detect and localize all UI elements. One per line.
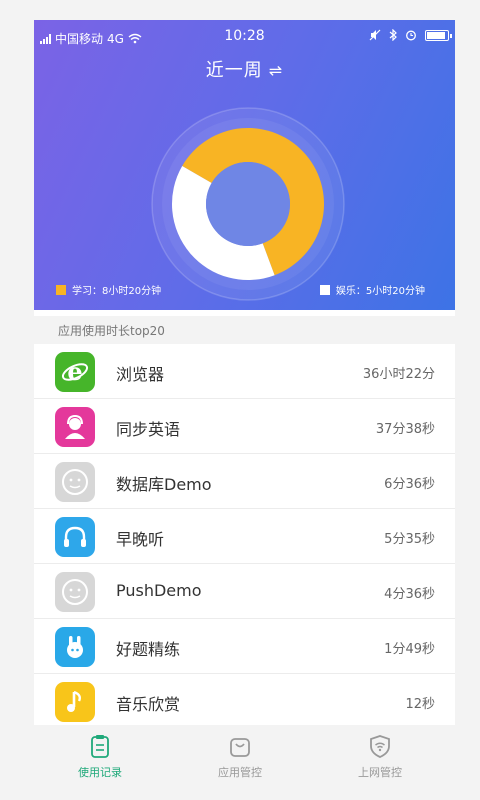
legend-study-label: 学习：8小时20分钟	[72, 286, 162, 297]
headphones-icon	[55, 517, 95, 557]
entertainment-swatch	[319, 284, 330, 295]
tab-internet-control[interactable]: 上网管控	[330, 733, 430, 780]
list-item[interactable]: 早晚听 5分35秒	[34, 509, 455, 564]
list-item[interactable]: e 浏览器 36小时22分	[34, 344, 455, 399]
battery-icon	[425, 29, 452, 41]
app-duration: 36小时22分	[362, 367, 435, 382]
legend-entertainment-label: 娱乐：5小时20分钟	[335, 286, 425, 297]
english-icon	[55, 407, 95, 447]
period-label: 近一周	[205, 60, 263, 81]
hand-icon	[55, 627, 95, 667]
legend-study: 学习：8小时20分钟	[56, 282, 161, 297]
app-name: 同步英语	[116, 420, 181, 439]
app-duration: 4分36秒	[384, 587, 435, 602]
music-note-icon	[55, 682, 95, 722]
alarm-icon	[406, 30, 416, 41]
bag-icon	[230, 738, 250, 757]
list-item[interactable]: 好题精练 1分49秒	[34, 619, 455, 674]
status-right	[369, 29, 452, 41]
app-name: 早晚听	[116, 530, 165, 549]
swap-icon: ⇌	[268, 61, 284, 80]
tab-label: 上网管控	[358, 766, 402, 779]
usage-donut-chart	[151, 107, 345, 301]
app-name: 好题精练	[116, 640, 181, 659]
browser-icon: e	[55, 352, 95, 392]
wifi-shield-icon	[370, 735, 390, 758]
status-bar: 中国移动 4G 10:28	[34, 20, 455, 54]
bottom-tab-bar: 使用记录 应用管控 上网管控	[0, 725, 480, 800]
app-duration: 5分35秒	[384, 532, 435, 547]
app-name: 浏览器	[116, 365, 165, 384]
app-name: 音乐欣赏	[116, 695, 181, 714]
phone-screen: 中国移动 4G 10:28 近一周 ⇌ 学习：8小时20分钟 娱乐：5小时20分…	[34, 20, 455, 725]
legend-entertainment: 娱乐：5小时20分钟	[319, 282, 425, 297]
app-duration: 6分36秒	[384, 477, 435, 492]
app-duration: 1分49秒	[384, 642, 435, 657]
mute-icon	[369, 29, 381, 41]
app-name: 数据库Demo	[116, 475, 212, 494]
tab-app-control[interactable]: 应用管控	[190, 733, 290, 780]
clipboard-icon	[91, 735, 109, 758]
period-selector[interactable]: 近一周 ⇌	[34, 56, 455, 82]
usage-summary-panel: 中国移动 4G 10:28 近一周 ⇌ 学习：8小时20分钟 娱乐：5小时20分…	[34, 20, 455, 310]
app-duration: 37分38秒	[375, 422, 435, 437]
svg-text:e: e	[67, 357, 82, 386]
tab-label: 应用管控	[218, 766, 262, 779]
app-name: PushDemo	[116, 581, 202, 600]
list-item[interactable]: 音乐欣赏 12秒	[34, 674, 455, 725]
default-app-icon	[55, 572, 95, 612]
default-app-icon	[55, 462, 95, 502]
app-duration: 12秒	[405, 697, 435, 712]
list-item[interactable]: PushDemo 4分36秒	[34, 564, 455, 619]
list-item[interactable]: 同步英语 37分38秒	[34, 399, 455, 454]
list-item[interactable]: 数据库Demo 6分36秒	[34, 454, 455, 509]
study-swatch	[56, 284, 66, 295]
bluetooth-icon	[389, 29, 397, 41]
section-title: 应用使用时长top20	[34, 316, 455, 344]
app-usage-list: e 浏览器 36小时22分 同步英语 37分38秒 数据库Demo 6分36秒 …	[34, 344, 455, 725]
tab-usage-records[interactable]: 使用记录	[50, 733, 150, 780]
tab-label: 使用记录	[78, 766, 122, 779]
